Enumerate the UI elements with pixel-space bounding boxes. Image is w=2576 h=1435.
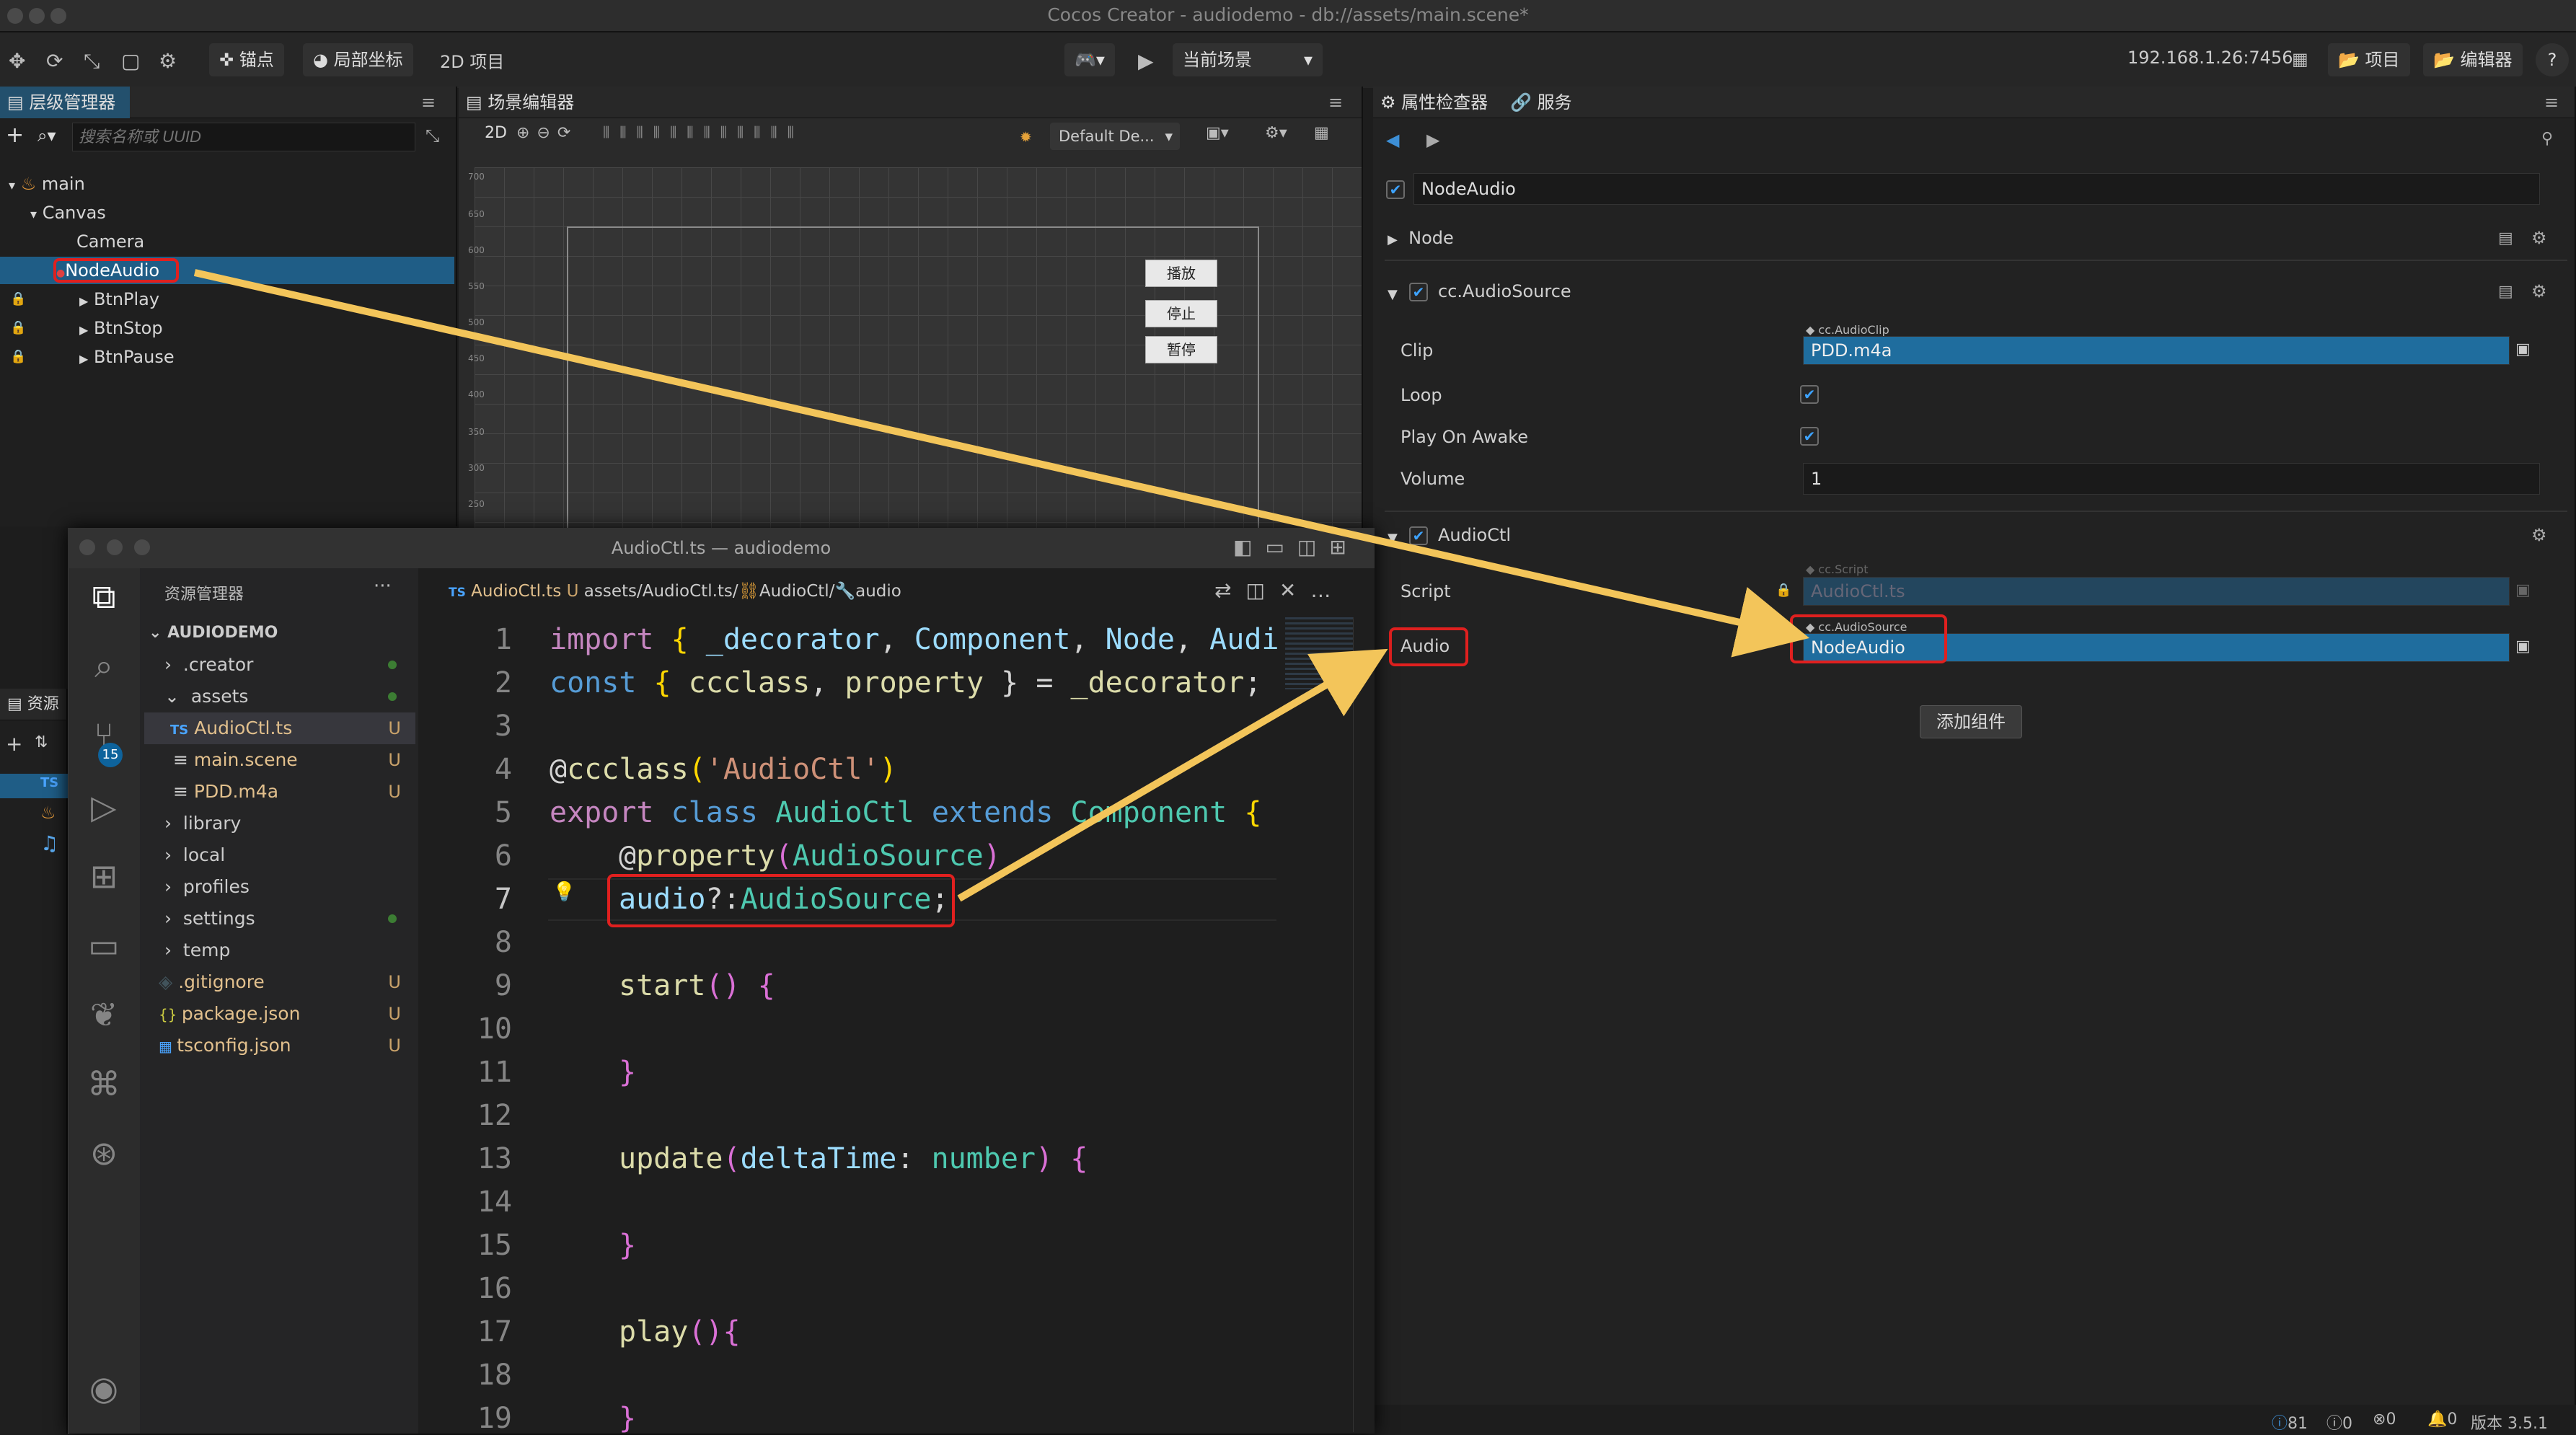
arrow-nodeaudio-to-field — [193, 269, 1810, 658]
annotation-arrows — [193, 269, 1810, 902]
arrow-code-to-audio-label — [957, 648, 1388, 902]
